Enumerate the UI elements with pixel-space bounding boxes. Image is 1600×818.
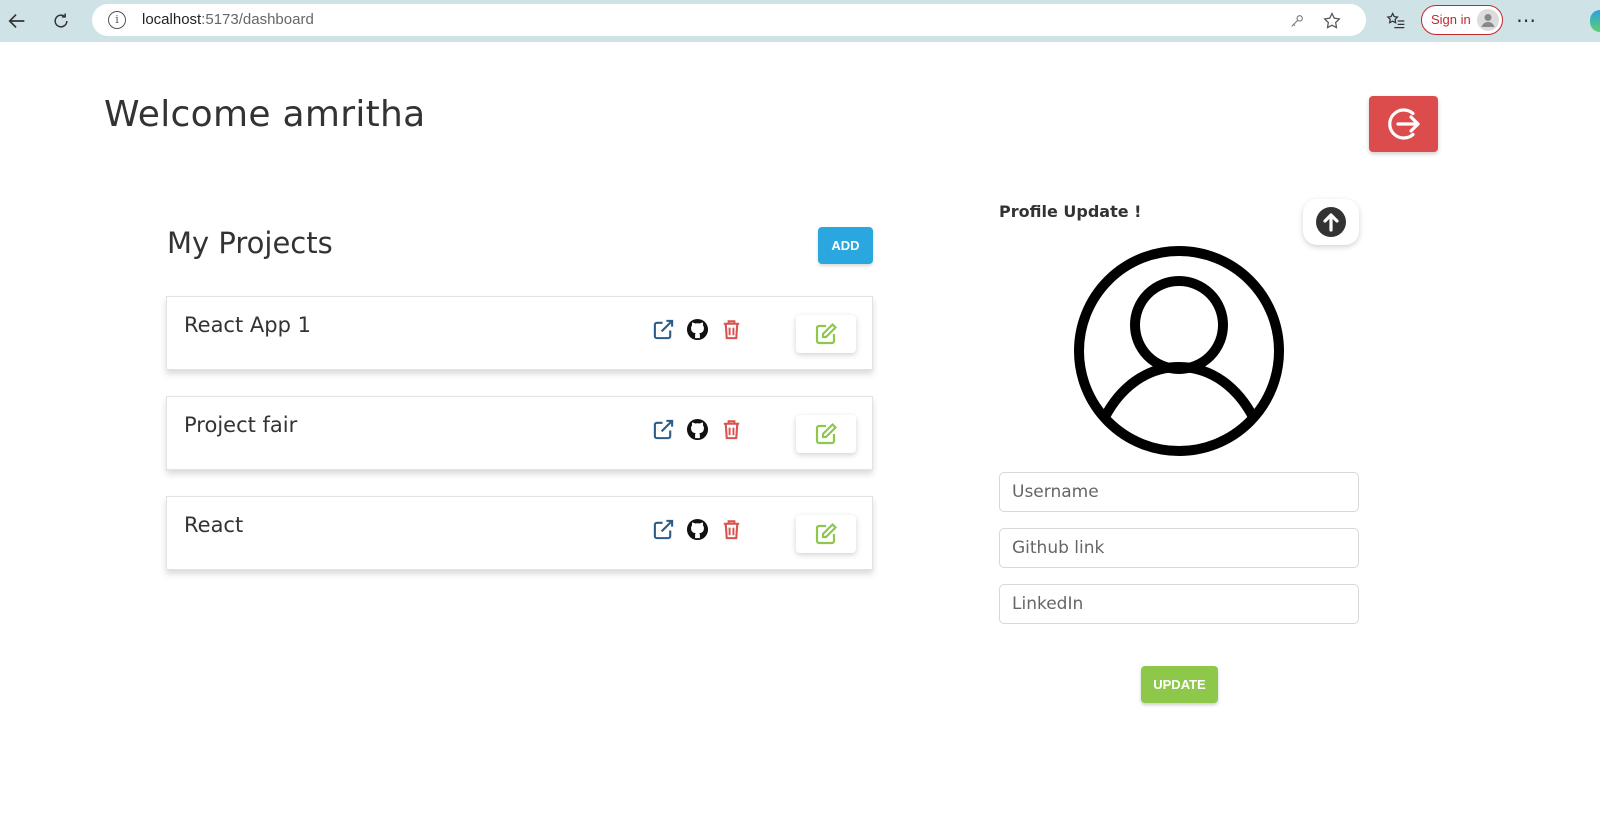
- external-link-icon[interactable]: [651, 417, 675, 441]
- upload-photo-button[interactable]: [1303, 199, 1359, 245]
- edit-icon: [815, 322, 838, 345]
- project-card: Project fair: [166, 396, 873, 470]
- more-options-icon[interactable]: ⋯: [1516, 8, 1537, 32]
- github-icon[interactable]: [685, 517, 709, 541]
- url-text: localhost:5173/dashboard: [142, 11, 314, 28]
- project-name: Project fair: [184, 413, 298, 437]
- key-icon[interactable]: [1286, 10, 1308, 32]
- delete-icon[interactable]: [719, 417, 743, 441]
- github-icon[interactable]: [685, 317, 709, 341]
- profile-picture[interactable]: [1073, 245, 1285, 457]
- welcome-heading: Welcome amritha: [104, 94, 426, 135]
- site-info-icon[interactable]: i: [108, 11, 126, 29]
- external-link-icon[interactable]: [651, 317, 675, 341]
- delete-icon[interactable]: [719, 517, 743, 541]
- projects-heading: My Projects: [167, 226, 333, 260]
- user-avatar-icon: [1074, 246, 1284, 456]
- back-arrow-icon[interactable]: [2, 6, 32, 36]
- profile-avatar-icon: [1477, 9, 1499, 31]
- favorites-list-icon[interactable]: [1381, 6, 1411, 36]
- edit-project-button[interactable]: [796, 415, 856, 453]
- url-path: :5173/dashboard: [201, 11, 314, 28]
- logout-icon: [1387, 108, 1420, 140]
- address-bar[interactable]: i localhost:5173/dashboard: [92, 4, 1366, 36]
- sign-in-label: Sign in: [1431, 12, 1471, 27]
- browser-logo-icon: [1590, 10, 1600, 32]
- project-name: React: [184, 513, 244, 537]
- sign-in-button[interactable]: Sign in: [1421, 5, 1503, 35]
- add-project-button[interactable]: ADD: [818, 227, 873, 264]
- arrow-up-circle-icon: [1316, 207, 1346, 237]
- linkedin-input[interactable]: [999, 584, 1359, 624]
- github-link-input[interactable]: [999, 528, 1359, 568]
- edit-icon: [815, 522, 838, 545]
- username-input[interactable]: [999, 472, 1359, 512]
- update-profile-button[interactable]: UPDATE: [1141, 666, 1218, 703]
- delete-icon[interactable]: [719, 317, 743, 341]
- favorite-star-icon[interactable]: [1321, 10, 1343, 32]
- url-host: localhost: [142, 11, 202, 28]
- github-icon[interactable]: [685, 417, 709, 441]
- edit-project-button[interactable]: [796, 315, 856, 353]
- edit-project-button[interactable]: [796, 515, 856, 553]
- reload-icon[interactable]: [46, 6, 76, 36]
- project-card: React: [166, 496, 873, 570]
- browser-toolbar: i localhost:5173/dashboard Sign in ⋯: [0, 0, 1600, 42]
- profile-update-heading: Profile Update !: [999, 202, 1142, 221]
- logout-button[interactable]: [1369, 96, 1438, 152]
- project-card: React App 1: [166, 296, 873, 370]
- external-link-icon[interactable]: [651, 517, 675, 541]
- project-name: React App 1: [184, 313, 311, 337]
- edit-icon: [815, 422, 838, 445]
